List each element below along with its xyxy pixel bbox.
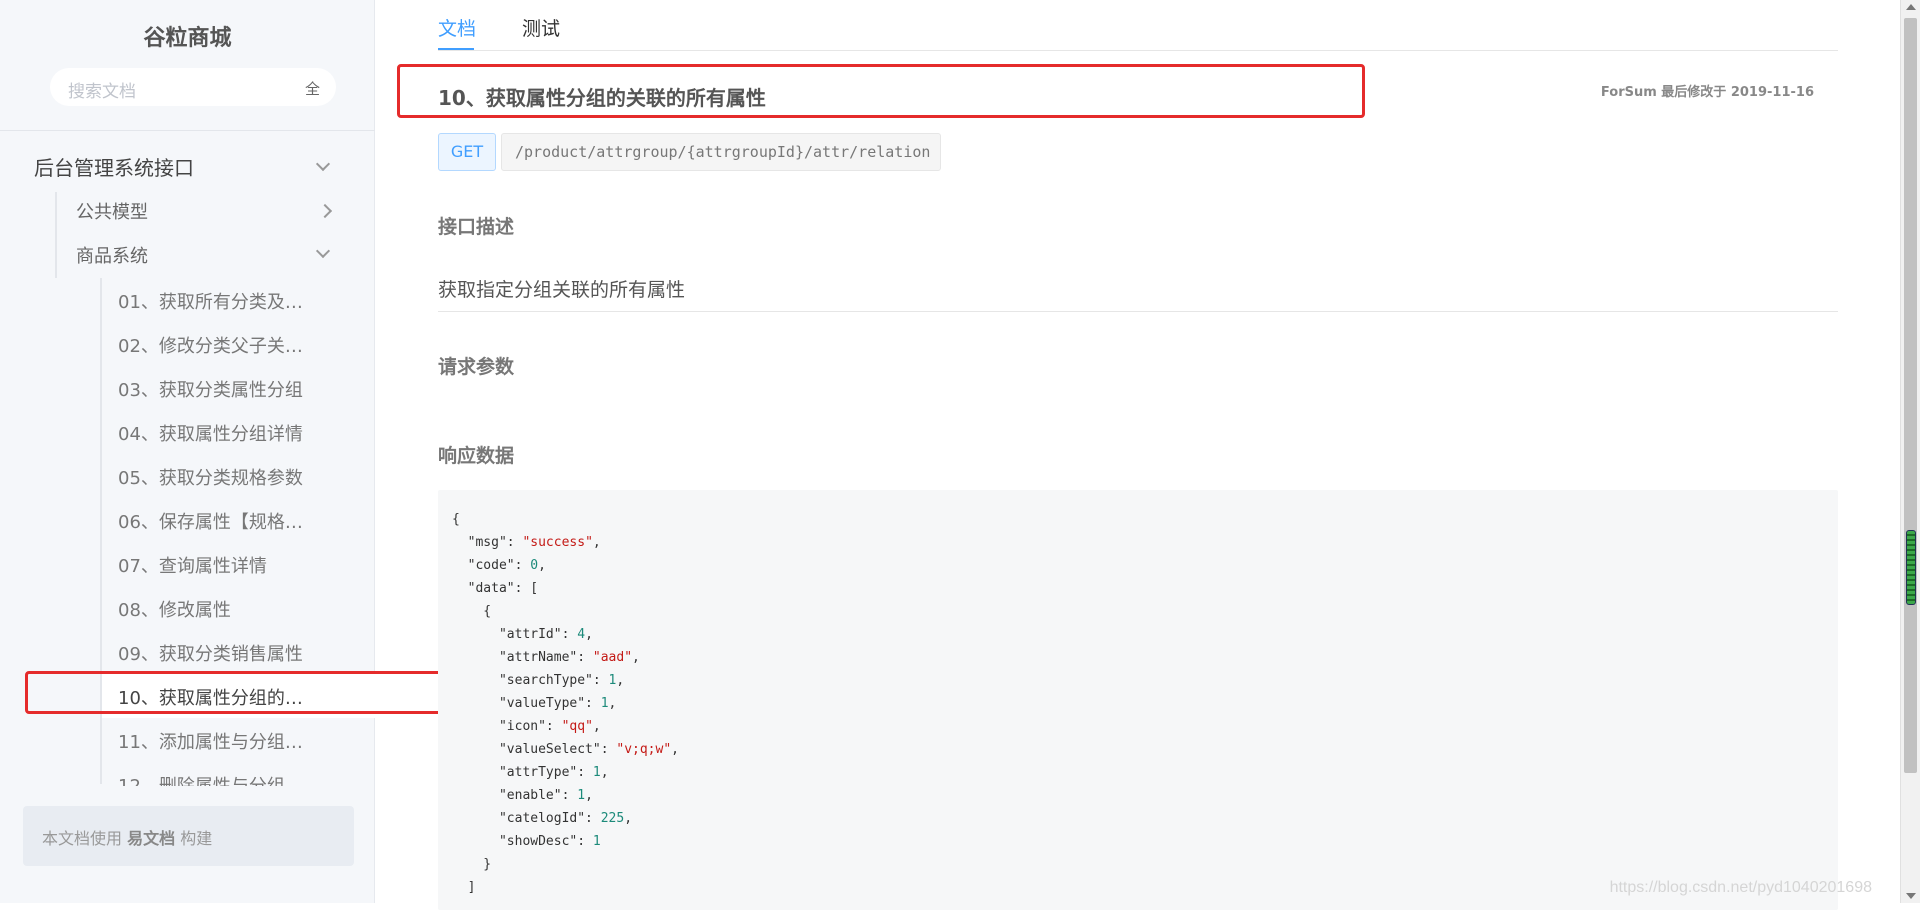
nav-item-09[interactable]: 09、获取分类销售属性 [118,640,303,666]
api-meta: ForSum 最后修改于 2019-11-16 [1600,85,1814,100]
chevron-right-icon[interactable] [317,203,333,219]
scrollbar[interactable] [1900,0,1920,903]
divider [438,311,1838,312]
nav-group-backend[interactable]: 后台管理系统接口 [34,152,194,181]
nav-item-02[interactable]: 02、修改分类父子关… [118,332,303,358]
tree-line [55,192,57,278]
nav-item-07[interactable]: 07、查询属性详情 [118,552,267,578]
footer-brand-link[interactable]: 易文档 [127,829,175,848]
nav-item-01[interactable]: 01、获取所有分类及… [118,288,303,314]
scroll-down-arrow-icon[interactable] [1906,893,1916,899]
tab-active-indicator [438,48,474,50]
nav-item-11[interactable]: 11、添加属性与分组… [118,728,303,754]
search-input[interactable]: 搜索文档 全 [50,68,336,106]
response-code-block: { "msg": "success", "code": 0, "data": [… [438,490,1838,910]
method-badge: GET [438,133,496,171]
api-path: /product/attrgroup/{attrgroupId}/attr/re… [501,133,941,171]
footer-prefix: 本文档使用 [42,829,123,848]
sidebar-divider [0,130,375,131]
section-heading-description: 接口描述 [438,216,515,238]
nav-sub-product-system[interactable]: 商品系统 [76,242,148,268]
watermark: https://blog.csdn.net/pyd1040201698 [1609,879,1872,896]
tab-bar: 文档 测试 [438,0,1838,51]
nav-sub-public-model[interactable]: 公共模型 [76,198,148,224]
tab-test[interactable]: 测试 [522,14,560,41]
brand-title: 谷粒商城 [143,26,232,51]
nav-item-06[interactable]: 06、保存属性【规格… [118,508,303,534]
chevron-down-icon[interactable] [315,156,331,172]
section-heading-params: 请求参数 [438,356,515,378]
sidebar: 谷粒商城 搜索文档 全 后台管理系统接口 公共模型 商品系统 01、获取所有分类… [0,0,465,903]
nav-item-04[interactable]: 04、获取属性分组详情 [118,420,303,446]
search-all-button[interactable]: 全 [305,78,320,99]
section-heading-response: 响应数据 [438,445,515,467]
nav-item-05[interactable]: 05、获取分类规格参数 [118,464,303,490]
scroll-up-arrow-icon[interactable] [1906,4,1916,10]
api-description: 获取指定分组关联的所有属性 [438,279,686,301]
footer-note: 本文档使用 易文档 构建 [23,806,354,866]
chevron-down-icon[interactable] [315,243,331,259]
nav-item-03[interactable]: 03、获取分类属性分组 [118,376,303,402]
search-placeholder: 搜索文档 [68,82,136,102]
scroll-progress-widget [1906,530,1916,605]
nav-item-12[interactable]: 12、删除属性与分组… [118,772,303,786]
scroll-thumb[interactable] [1904,18,1917,773]
nav-item-08[interactable]: 08、修改属性 [118,596,231,622]
main-content: 文档 测试 10、获取属性分组的关联的所有属性 ForSum 最后修改于 201… [376,0,1900,910]
tab-doc[interactable]: 文档 [438,14,476,41]
api-title: 10、获取属性分组的关联的所有属性 [438,86,766,110]
footer-suffix: 构建 [180,829,213,848]
